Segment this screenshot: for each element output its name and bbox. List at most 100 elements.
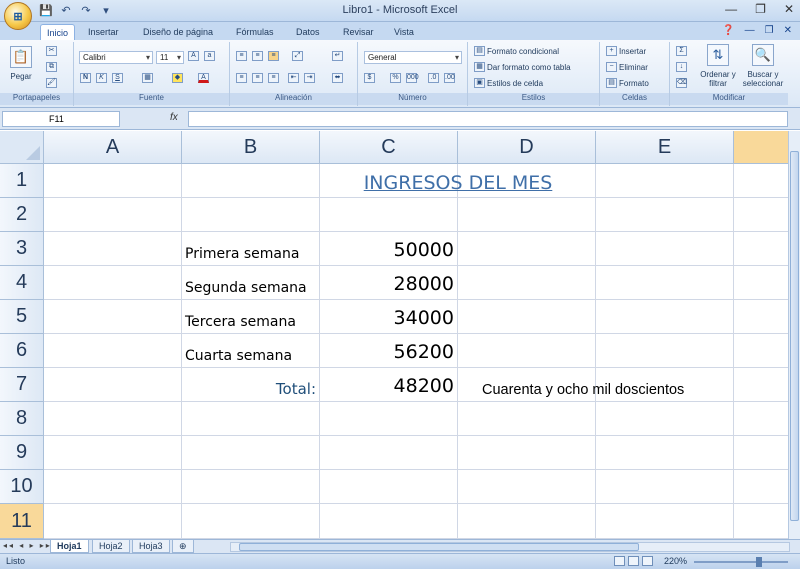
- vertical-scrollbar[interactable]: [788, 131, 800, 539]
- cell-c7[interactable]: 48200: [320, 368, 458, 402]
- row-header-10[interactable]: 10: [0, 470, 44, 504]
- grid-cell[interactable]: [44, 504, 182, 539]
- grid-cell[interactable]: [44, 164, 182, 198]
- clear-button[interactable]: ⌫: [676, 78, 687, 88]
- currency-button[interactable]: $: [364, 73, 375, 83]
- thousands-button[interactable]: 000: [406, 73, 419, 83]
- grid-cell[interactable]: [734, 436, 788, 470]
- column-header-a[interactable]: A: [44, 131, 182, 164]
- align-left-button[interactable]: ≡: [236, 73, 247, 83]
- grid-cell[interactable]: [596, 436, 734, 470]
- grid-cell[interactable]: [320, 198, 458, 232]
- font-color-button[interactable]: A: [198, 73, 209, 83]
- grid-cell[interactable]: [458, 436, 596, 470]
- italic-button[interactable]: K: [96, 73, 107, 83]
- zoom-slider[interactable]: [694, 561, 788, 563]
- grid-cell[interactable]: [320, 470, 458, 504]
- conditional-format-button[interactable]: ▤ Formato condicional: [474, 46, 559, 56]
- horizontal-scrollbar[interactable]: [230, 542, 790, 552]
- row-header-6[interactable]: 6: [0, 334, 44, 368]
- orientation-button[interactable]: ⤢: [292, 51, 303, 61]
- grid-cell[interactable]: [734, 402, 788, 436]
- shrink-font-button[interactable]: a: [204, 51, 215, 61]
- grid-cell[interactable]: [596, 266, 734, 300]
- find-select-button[interactable]: 🔍 Buscar y seleccionar: [740, 44, 786, 88]
- percent-button[interactable]: %: [390, 73, 401, 83]
- grid-cell[interactable]: [596, 164, 734, 198]
- format-as-table-button[interactable]: ▦ Dar formato como tabla: [474, 62, 571, 72]
- grid-cell[interactable]: [734, 300, 788, 334]
- borders-button[interactable]: ▦: [142, 73, 153, 83]
- align-center-button[interactable]: ≡: [252, 73, 263, 83]
- grid-cell[interactable]: [734, 198, 788, 232]
- grid-cell[interactable]: [734, 334, 788, 368]
- row-header-9[interactable]: 9: [0, 436, 44, 470]
- grid-cell[interactable]: [182, 436, 320, 470]
- column-header-e[interactable]: E: [596, 131, 734, 164]
- tab-diseno-pagina[interactable]: Diseño de página: [137, 24, 219, 40]
- grid-cell[interactable]: [44, 266, 182, 300]
- sheet-tab-hoja3[interactable]: Hoja3: [132, 540, 170, 553]
- bold-button[interactable]: N: [80, 73, 91, 83]
- cell-c6[interactable]: 56200: [320, 334, 458, 368]
- row-header-7[interactable]: 7: [0, 368, 44, 402]
- cell-b3[interactable]: Primera semana: [182, 232, 320, 266]
- grid-cell[interactable]: [320, 504, 458, 539]
- insert-cells-button[interactable]: + Insertar: [606, 46, 646, 56]
- tab-insertar[interactable]: Insertar: [82, 24, 125, 40]
- row-header-4[interactable]: 4: [0, 266, 44, 300]
- minimize-button[interactable]: —: [725, 2, 737, 16]
- grid-cell[interactable]: [734, 266, 788, 300]
- align-top-button[interactable]: ≡: [236, 51, 247, 61]
- format-painter-button[interactable]: 🖌: [46, 78, 57, 88]
- close-button[interactable]: ✕: [784, 2, 794, 16]
- paste-button[interactable]: 📋 Pegar: [10, 46, 32, 81]
- row-header-2[interactable]: 2: [0, 198, 44, 232]
- maximize-button[interactable]: ❐: [755, 2, 766, 16]
- grid-cell[interactable]: [596, 504, 734, 539]
- grow-font-button[interactable]: A: [188, 51, 199, 61]
- office-button[interactable]: ⊞: [4, 2, 32, 30]
- increase-decimal-button[interactable]: .0: [428, 73, 439, 83]
- row-header-5[interactable]: 5: [0, 300, 44, 334]
- row-header-8[interactable]: 8: [0, 402, 44, 436]
- grid-cell[interactable]: [320, 436, 458, 470]
- wrap-text-button[interactable]: ↵: [332, 51, 343, 61]
- align-middle-button[interactable]: ≡: [252, 51, 263, 61]
- cell-b6[interactable]: Cuarta semana: [182, 334, 320, 368]
- grid-cell[interactable]: [458, 402, 596, 436]
- fill-button[interactable]: ↓: [676, 62, 687, 72]
- increase-indent-button[interactable]: ⇥: [304, 73, 315, 83]
- ribbon-restore-icon[interactable]: ❐: [765, 25, 774, 36]
- cut-button[interactable]: ✂: [46, 46, 57, 56]
- column-header-b[interactable]: B: [182, 131, 320, 164]
- grid-cell[interactable]: [596, 198, 734, 232]
- grid-cell[interactable]: [320, 402, 458, 436]
- grid-cell[interactable]: [458, 266, 596, 300]
- row-header-3[interactable]: 3: [0, 232, 44, 266]
- sheet-nav-arrows[interactable]: ◂◂ ◂ ▸ ▸▸: [3, 541, 52, 550]
- grid-cell[interactable]: [182, 504, 320, 539]
- grid-cell[interactable]: [596, 300, 734, 334]
- zoom-slider-knob[interactable]: [756, 557, 762, 567]
- page-break-view-icon[interactable]: [642, 556, 653, 566]
- horizontal-scroll-thumb[interactable]: [239, 543, 639, 551]
- sheet-tab-hoja1[interactable]: Hoja1: [50, 540, 89, 553]
- align-right-button[interactable]: ≡: [268, 73, 279, 83]
- grid-cell[interactable]: [734, 504, 788, 539]
- grid-cell[interactable]: [182, 198, 320, 232]
- tab-datos[interactable]: Datos: [290, 24, 326, 40]
- sort-filter-button[interactable]: ⇅ Ordenar y filtrar: [698, 44, 738, 88]
- grid-cell[interactable]: [44, 300, 182, 334]
- column-header-f[interactable]: [734, 131, 788, 164]
- column-header-d[interactable]: D: [458, 131, 596, 164]
- underline-button[interactable]: S: [112, 73, 123, 83]
- row-header-1[interactable]: 1: [0, 164, 44, 198]
- cell-c1[interactable]: INGRESOS DEL MES: [320, 164, 596, 198]
- cell-b4[interactable]: Segunda semana: [182, 266, 320, 300]
- cell-b5[interactable]: Tercera semana: [182, 300, 320, 334]
- number-format-select[interactable]: General: [364, 51, 462, 64]
- grid-cell[interactable]: [458, 232, 596, 266]
- ribbon-minimize-icon[interactable]: —: [745, 25, 755, 36]
- grid-cell[interactable]: [458, 470, 596, 504]
